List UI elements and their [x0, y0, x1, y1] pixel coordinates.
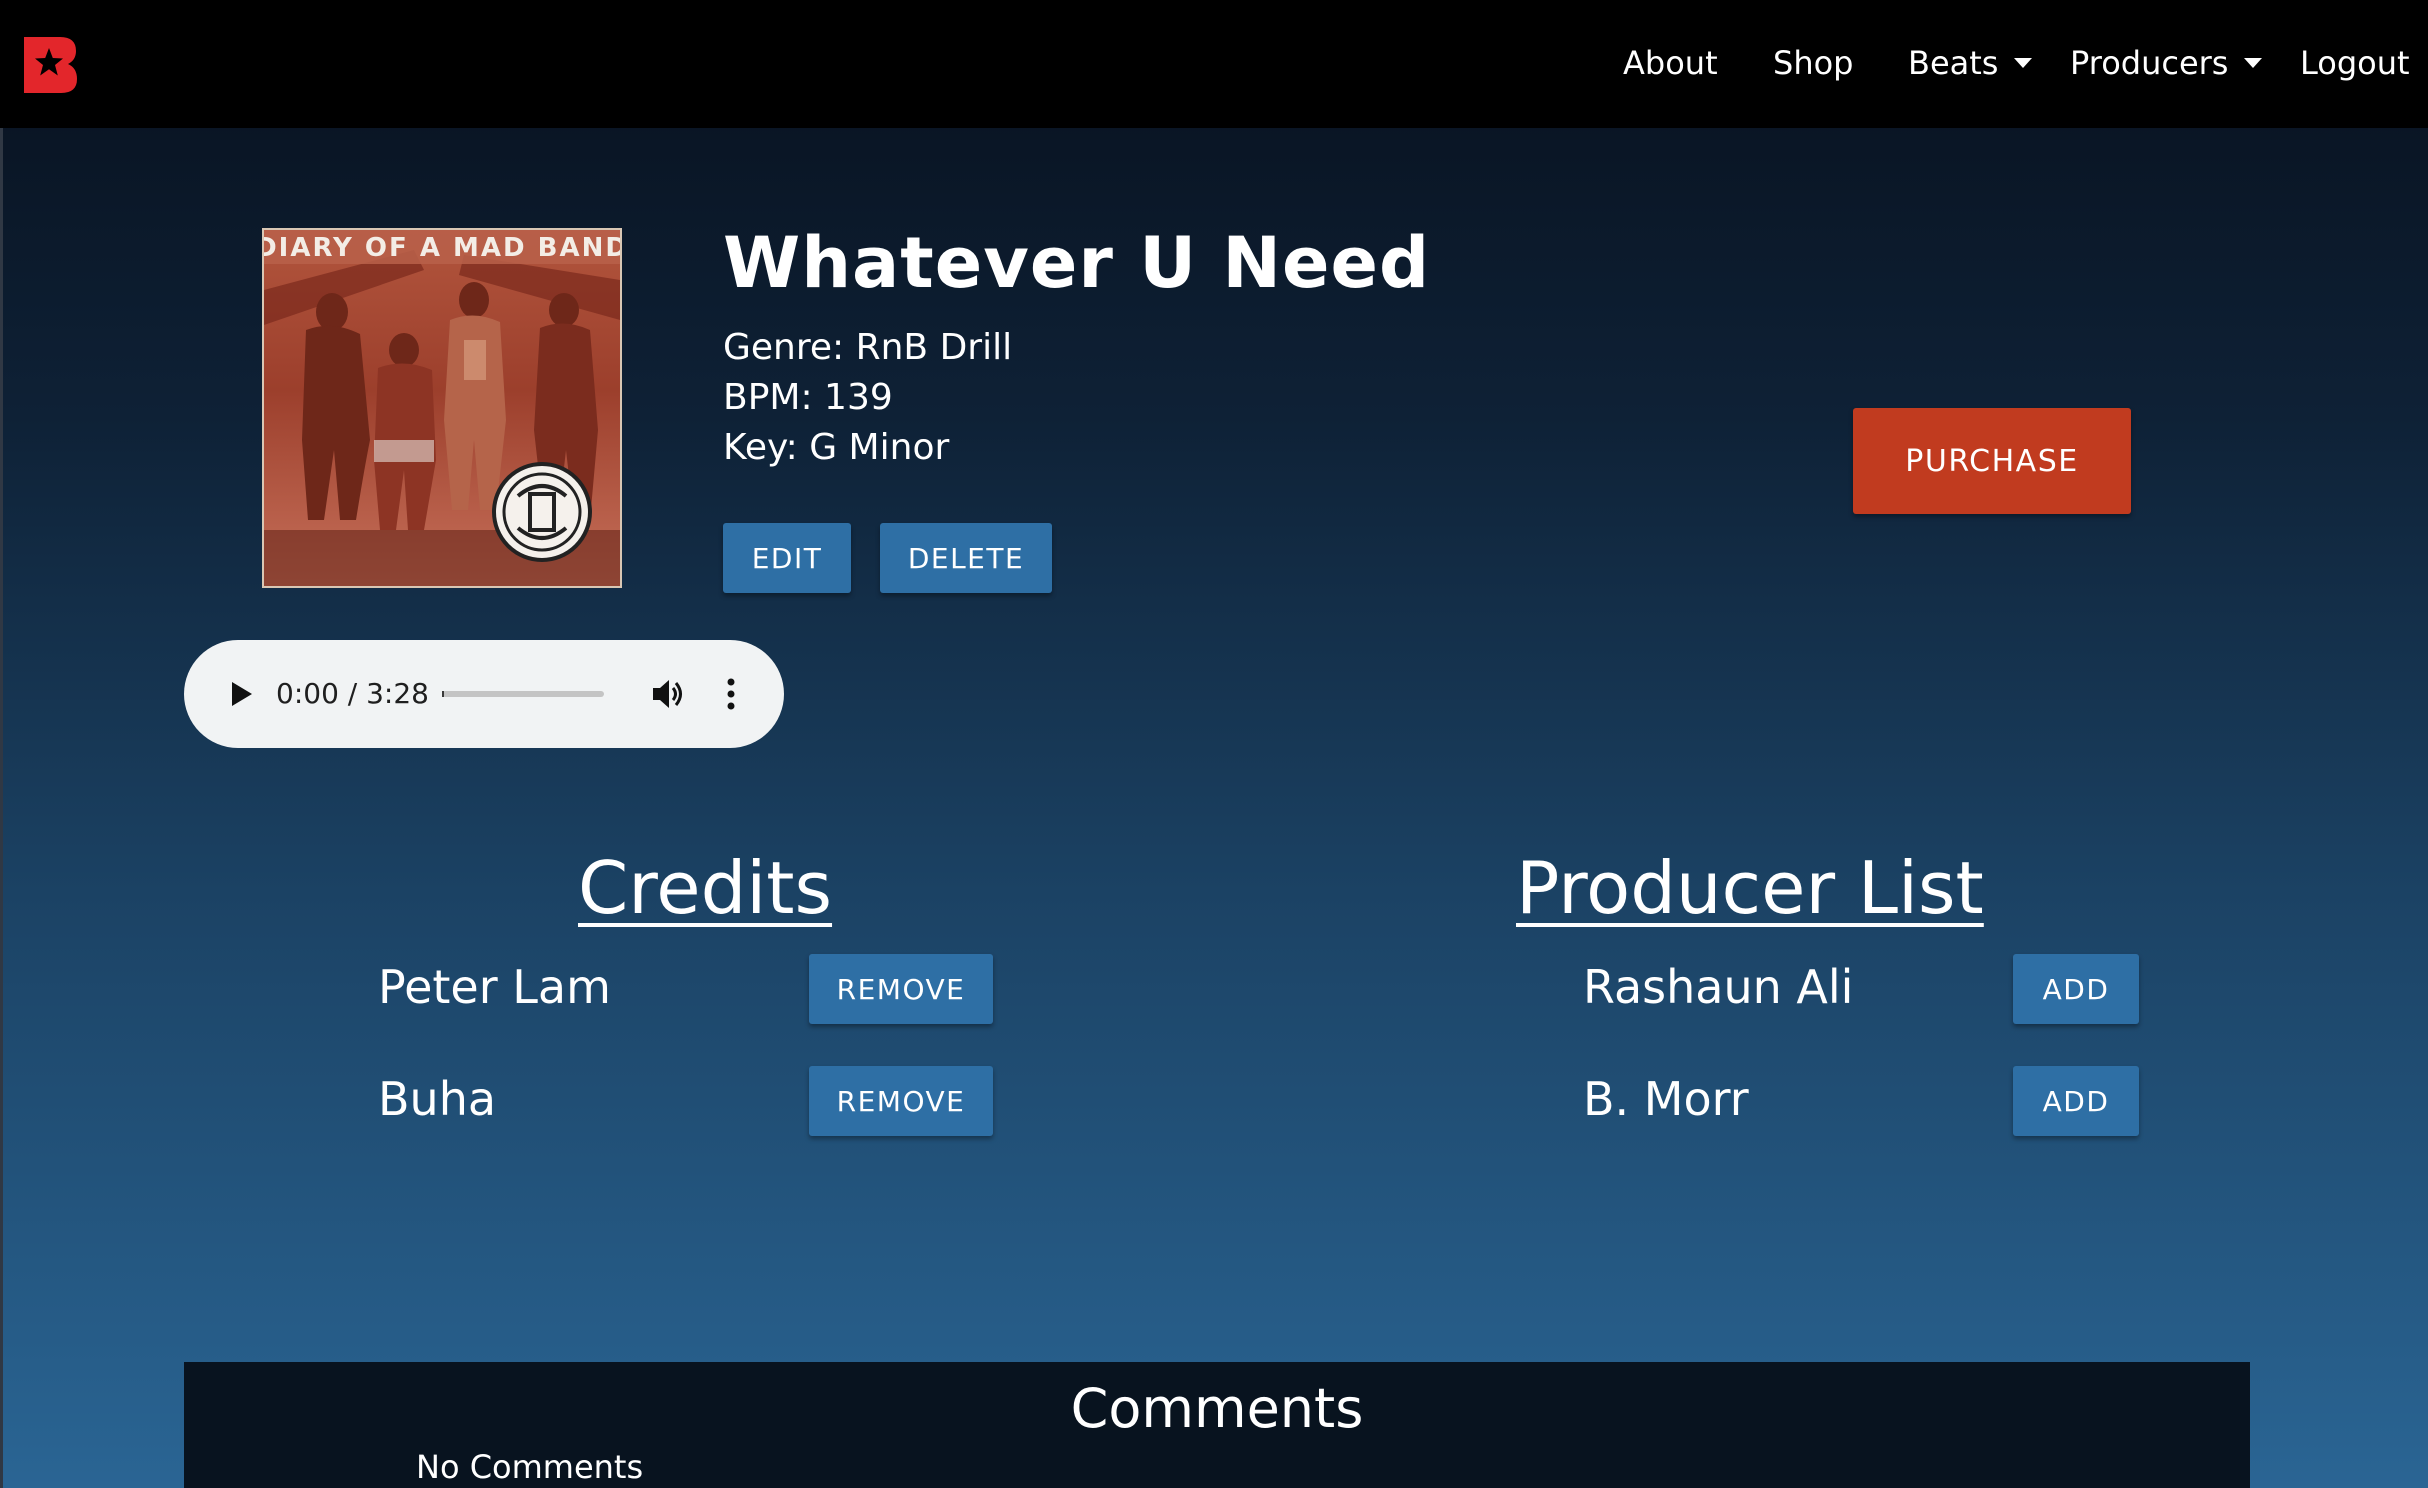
page-edge	[0, 128, 3, 1488]
nav-producers-dropdown[interactable]: Producers	[2070, 40, 2263, 86]
svg-text:DIARY OF A MAD BAND: DIARY OF A MAD BAND	[264, 233, 620, 263]
credit-name: Peter Lam	[378, 960, 611, 1014]
audio-progress-slider[interactable]	[442, 691, 604, 697]
nav-beats-dropdown[interactable]: Beats	[1908, 40, 2033, 86]
credits-heading: Credits	[578, 846, 833, 930]
more-options-icon[interactable]	[724, 676, 738, 716]
delete-button[interactable]: DELETE	[880, 523, 1052, 593]
audio-time-readout: 0:00 / 3:28	[276, 677, 429, 710]
purchase-button[interactable]: PURCHASE	[1853, 408, 2131, 514]
audio-progress-fill	[442, 691, 444, 697]
beat-key: Key: G Minor	[723, 427, 950, 468]
producer-name: B. Morr	[1583, 1072, 1749, 1126]
no-comments-text: No Comments	[416, 1448, 644, 1486]
album-cover-image: DIARY OF A MAD BAND	[262, 228, 622, 588]
comments-heading: Comments	[1070, 1377, 1364, 1440]
nav-about[interactable]: About	[1623, 40, 1718, 86]
volume-icon[interactable]	[650, 676, 686, 716]
remove-credit-button[interactable]: REMOVE	[809, 954, 993, 1024]
nav-beats-label: Beats	[1908, 44, 1999, 82]
chevron-down-icon	[2244, 58, 2263, 68]
beat-genre: Genre: RnB Drill	[723, 327, 1013, 368]
audio-player: 0:00 / 3:28	[184, 640, 784, 748]
top-navbar: About Shop Beats Producers Logout	[0, 0, 2428, 128]
producer-list-heading: Producer List	[1516, 846, 1984, 930]
beat-title: Whatever U Need	[723, 222, 1431, 304]
add-producer-button[interactable]: ADD	[2013, 954, 2139, 1024]
play-icon[interactable]	[228, 680, 254, 712]
nav-producers-label: Producers	[2070, 44, 2229, 82]
beat-bpm: BPM: 139	[723, 377, 893, 418]
comments-panel: Comments No Comments	[184, 1362, 2250, 1488]
remove-credit-button[interactable]: REMOVE	[809, 1066, 993, 1136]
nav-logout[interactable]: Logout	[2300, 40, 2410, 86]
add-producer-button[interactable]: ADD	[2013, 1066, 2139, 1136]
edit-button[interactable]: EDIT	[723, 523, 851, 593]
credit-name: Buha	[378, 1072, 497, 1126]
beatstars-logo-icon[interactable]	[22, 35, 78, 95]
producer-name: Rashaun Ali	[1583, 960, 1854, 1014]
chevron-down-icon	[2014, 58, 2033, 68]
nav-shop[interactable]: Shop	[1773, 40, 1853, 86]
